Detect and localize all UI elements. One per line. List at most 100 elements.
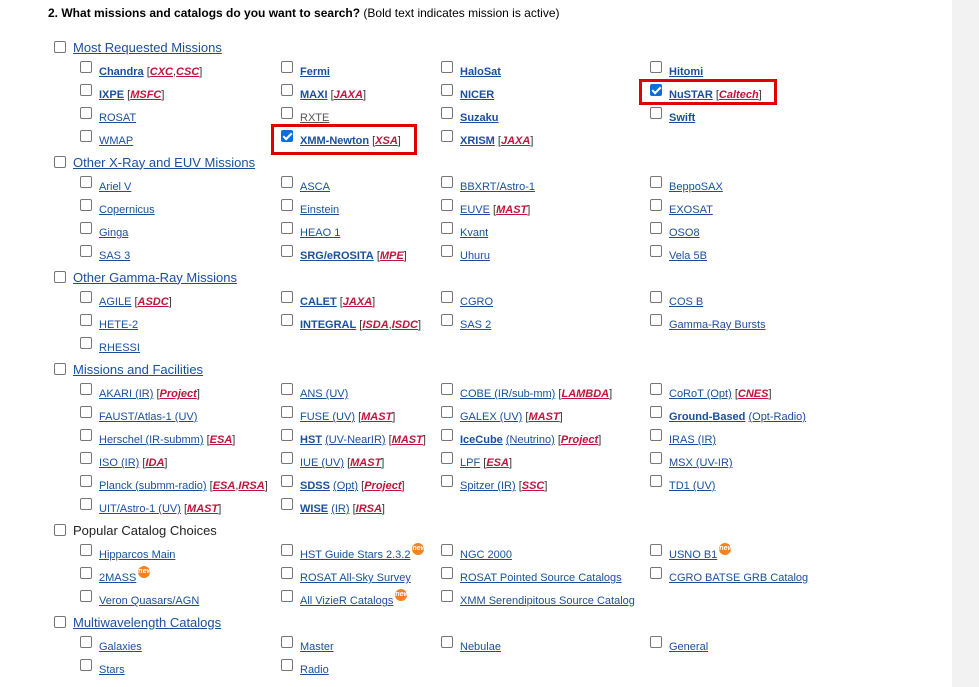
tag-srg-0[interactable]: MPE <box>380 250 404 262</box>
item-galaxies[interactable]: Galaxies <box>80 636 142 653</box>
item-planck[interactable]: Planck (submm-radio) [ESA,IRSA] <box>80 475 268 492</box>
checkbox-rosat[interactable] <box>80 107 92 119</box>
item-kvant[interactable]: Kvant <box>441 222 488 239</box>
extra-wise[interactable]: (IR) <box>331 503 349 515</box>
tag-nustar-0[interactable]: Caltech <box>719 89 759 101</box>
item-integral[interactable]: INTEGRAL [ISDA,ISDC] <box>281 314 421 331</box>
link-sdss[interactable]: SDSS <box>300 480 330 492</box>
checkbox-einstein[interactable] <box>281 199 293 211</box>
link-sas2[interactable]: SAS 2 <box>460 319 491 331</box>
checkbox-cobe[interactable] <box>441 383 453 395</box>
item-oso8[interactable]: OSO8 <box>650 222 700 239</box>
item-nustar[interactable]: NuSTAR [Caltech] <box>650 84 762 101</box>
group-label[interactable]: Most Requested Missions <box>73 40 222 55</box>
checkbox-sas2[interactable] <box>441 314 453 326</box>
checkbox-integral[interactable] <box>281 314 293 326</box>
link-oso8[interactable]: OSO8 <box>669 227 700 239</box>
checkbox-ground[interactable] <box>650 406 662 418</box>
group-3[interactable]: Missions and Facilities <box>54 360 203 378</box>
group-checkbox[interactable] <box>54 363 66 375</box>
link-veron[interactable]: Veron Quasars/AGN <box>99 595 199 607</box>
checkbox-suzaku[interactable] <box>441 107 453 119</box>
checkbox-rass[interactable] <box>281 567 293 579</box>
link-agile[interactable]: AGILE <box>99 296 131 308</box>
checkbox-exosat[interactable] <box>650 199 662 211</box>
link-hipparcos[interactable]: Hipparcos Main <box>99 549 175 561</box>
link-copernicus[interactable]: Copernicus <box>99 204 155 216</box>
item-ground[interactable]: Ground-Based (Opt-Radio) <box>650 406 806 423</box>
checkbox-ngc[interactable] <box>441 544 453 556</box>
link-twomass[interactable]: 2MASS <box>99 572 136 584</box>
item-agile[interactable]: AGILE [ASDC] <box>80 291 172 308</box>
item-sas3[interactable]: SAS 3 <box>80 245 130 262</box>
tag-xmm-0[interactable]: XSA <box>375 135 398 147</box>
item-iras[interactable]: IRAS (IR) <box>650 429 716 446</box>
item-wmap[interactable]: WMAP <box>80 130 133 147</box>
group-label[interactable]: Other X-Ray and EUV Missions <box>73 155 255 170</box>
link-ixpe[interactable]: IXPE <box>99 89 124 101</box>
item-rass[interactable]: ROSAT All-Sky Survey <box>281 567 411 584</box>
link-wise[interactable]: WISE <box>300 503 328 515</box>
link-wmap[interactable]: WMAP <box>99 135 133 147</box>
item-cosb[interactable]: COS B <box>650 291 703 308</box>
link-cgro[interactable]: CGRO <box>460 296 493 308</box>
tag-herschel-0[interactable]: ESA <box>210 434 233 446</box>
link-hstguide[interactable]: HST Guide Stars 2.3.2 <box>300 549 410 561</box>
link-vizier[interactable]: All VizieR Catalogs <box>300 595 393 607</box>
checkbox-kvant[interactable] <box>441 222 453 234</box>
checkbox-hitomi[interactable] <box>650 61 662 73</box>
checkbox-nebulae[interactable] <box>441 636 453 648</box>
link-master[interactable]: Master <box>300 641 334 653</box>
item-rxte[interactable]: RXTE <box>281 107 329 124</box>
tag-xrism-0[interactable]: JAXA <box>501 135 530 147</box>
checkbox-ixpe[interactable] <box>80 84 92 96</box>
checkbox-heao1[interactable] <box>281 222 293 234</box>
item-uhuru[interactable]: Uhuru <box>441 245 490 262</box>
tag-hst-0[interactable]: MAST <box>392 434 423 446</box>
checkbox-herschel[interactable] <box>80 429 92 441</box>
link-ariel[interactable]: Ariel V <box>99 181 131 193</box>
link-asca[interactable]: ASCA <box>300 181 330 193</box>
group-2[interactable]: Other Gamma-Ray Missions <box>54 268 237 286</box>
item-ginga[interactable]: Ginga <box>80 222 128 239</box>
tag-ixpe-0[interactable]: MSFC <box>130 89 161 101</box>
link-corot[interactable]: CoRoT (Opt) <box>669 388 732 400</box>
checkbox-td1[interactable] <box>650 475 662 487</box>
checkbox-halosat[interactable] <box>441 61 453 73</box>
item-vizier[interactable]: All VizieR Catalogsnew <box>281 589 409 607</box>
link-nicer[interactable]: NICER <box>460 89 494 101</box>
checkbox-iras[interactable] <box>650 429 662 441</box>
link-galex[interactable]: GALEX (UV) <box>460 411 522 423</box>
link-xmmser[interactable]: XMM Serendipitous Source Catalog <box>460 595 635 607</box>
item-vela[interactable]: Vela 5B <box>650 245 707 262</box>
item-grb[interactable]: Gamma-Ray Bursts <box>650 314 766 331</box>
checkbox-asca[interactable] <box>281 176 293 188</box>
group-0[interactable]: Most Requested Missions <box>54 38 222 56</box>
link-msx[interactable]: MSX (UV-IR) <box>669 457 733 469</box>
group-checkbox[interactable] <box>54 41 66 53</box>
tag-galex-0[interactable]: MAST <box>528 411 559 423</box>
item-msx[interactable]: MSX (UV-IR) <box>650 452 733 469</box>
link-uhuru[interactable]: Uhuru <box>460 250 490 262</box>
item-euve[interactable]: EUVE [MAST] <box>441 199 530 216</box>
checkbox-ariel[interactable] <box>80 176 92 188</box>
tag-uit-0[interactable]: MAST <box>187 503 218 515</box>
link-iue[interactable]: IUE (UV) <box>300 457 344 469</box>
checkbox-srg[interactable] <box>281 245 293 257</box>
tag-chandra-1[interactable]: CSC <box>176 66 199 78</box>
link-integral[interactable]: INTEGRAL <box>300 319 356 331</box>
tag-sdss-0[interactable]: Project <box>364 480 401 492</box>
tag-fuse-0[interactable]: MAST <box>361 411 392 423</box>
checkbox-sas3[interactable] <box>80 245 92 257</box>
item-veron[interactable]: Veron Quasars/AGN <box>80 590 199 607</box>
checkbox-iue[interactable] <box>281 452 293 464</box>
link-calet[interactable]: CALET <box>300 296 337 308</box>
item-maxi[interactable]: MAXI [JAXA] <box>281 84 366 101</box>
link-lpf[interactable]: LPF <box>460 457 480 469</box>
link-radio[interactable]: Radio <box>300 664 329 676</box>
tag-wise-0[interactable]: IRSA <box>356 503 382 515</box>
item-heao1[interactable]: HEAO 1 <box>281 222 340 239</box>
tag-corot-0[interactable]: CNES <box>738 388 769 400</box>
checkbox-wmap[interactable] <box>80 130 92 142</box>
item-rhessi[interactable]: RHESSI <box>80 337 140 354</box>
